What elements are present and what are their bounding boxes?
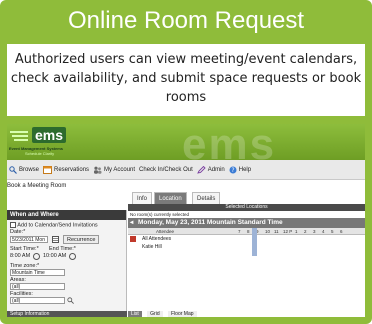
toolbar-label: Browse [19,166,40,173]
logo-tagline: Schedule Clarity [25,151,55,156]
toolbar-label: Reservations [54,166,90,173]
toolbar-admin[interactable]: Admin [196,165,225,174]
schedule-grid-header: Attendee 7 8 9 10 11 12 P 1 2 3 4 5 6 [128,228,365,235]
hour-label: 10 [265,229,271,234]
tab-floor-map[interactable]: Floor Map [168,311,197,317]
checkbox-icon[interactable] [10,222,16,228]
toolbar-reservations[interactable]: Reservations [43,165,89,174]
page-heading: Book a Meeting Room [7,183,67,189]
date-label: Date:* [10,229,26,235]
app-banner: ems Event Management Systems Schedule Cl… [7,124,365,169]
calendar-invite-row[interactable]: Add to Calendar/Send Invitations [10,222,98,228]
hour-label: 8 [247,229,250,234]
hour-label: 4 [322,229,325,234]
help-icon: ? [229,166,237,174]
attendee-all: All Attendees [142,236,172,242]
pencil-icon [196,165,206,174]
slide-title: Online Room Request [67,7,305,34]
facilities-select[interactable]: (all) [10,297,65,304]
start-time-label: Start Time:* [10,246,39,252]
hour-label: 3 [313,229,316,234]
toolbar-browse[interactable]: Browse [9,165,40,174]
svg-text:?: ? [231,167,234,174]
day-heading-text: Monday, May 23, 2011 Mountain Standard T… [138,219,283,226]
slide-card: Online Room Request Authorized users can… [0,0,372,324]
tab-location[interactable]: Location [154,192,187,204]
users-icon [94,166,102,174]
panel-heading: When and Where [7,210,126,220]
checkbox-label: Add to Calendar/Send Invitations [17,222,98,229]
toolbar-my-account[interactable]: My Account [93,166,135,174]
recurrence-button[interactable]: Recurrence [63,235,100,244]
prev-day-icon[interactable]: ◂ [130,218,133,228]
tab-info[interactable]: Info [132,192,153,204]
calendar-icon [43,166,53,174]
hour-label: 11 [274,229,279,234]
toolbar-label: Help [238,166,252,173]
toolbar-help[interactable]: ? Help [229,166,251,174]
areas-select[interactable]: (all) [10,283,65,290]
ems-logo-icon [10,131,28,141]
day-heading: ◂ Monday, May 23, 2011 Mountain Standard… [128,218,365,228]
hour-label: 7 [238,229,241,234]
setup-info-heading: Setup Information [7,311,127,317]
main-toolbar: Browse Reservations My Account Check In/… [7,160,365,180]
end-time-label: End Time:* [49,246,76,252]
remove-icon[interactable] [130,236,136,242]
calendar-grid-icon[interactable] [52,236,59,243]
when-and-where-panel: When and Where Add to Calendar/Send Invi… [7,210,127,317]
date-input[interactable]: 5/23/2011 Mon [10,236,48,243]
app-screenshot: ems Event Management Systems Schedule Cl… [7,124,365,317]
ems-logo: ems [32,127,67,143]
no-rooms-text: No room(s) currently selected [130,212,190,217]
selected-locations-panel: Selected Locations No room(s) currently … [128,204,365,317]
attendee-header: Attendee [156,229,175,234]
end-time-input[interactable]: 10:00 AM [43,253,66,259]
attendee-katie-hill: Katie Hill [142,244,162,250]
clock-icon[interactable] [33,253,40,260]
toolbar-label: My Account [104,166,136,173]
tab-list[interactable]: List [128,311,142,317]
tab-details[interactable]: Details [192,192,221,204]
hour-label: 5 [331,229,334,234]
toolbar-check-in-out[interactable]: Check In/Check Out [139,167,193,173]
clock-icon[interactable] [69,253,76,260]
start-time-input[interactable]: 8:00 AM [10,253,30,259]
toolbar-label: Admin [207,166,225,173]
toolbar-label: Check In/Check Out [139,166,193,173]
hour-label: 6 [340,229,343,234]
timezone-select[interactable]: Mountain Time [10,269,65,276]
tab-grid[interactable]: Grid [147,311,163,317]
hour-label: 12 P [283,229,293,234]
magnifier-icon [9,165,17,174]
hour-label: 1 [295,229,298,234]
slide-caption: Authorized users can view meeting/event … [7,44,365,116]
search-icon[interactable] [67,297,74,304]
hour-label: 2 [304,229,307,234]
selected-time-block [252,228,257,256]
selected-locations-heading: Selected Locations [128,204,365,211]
view-tabs: List Grid Floor Map [128,311,201,317]
